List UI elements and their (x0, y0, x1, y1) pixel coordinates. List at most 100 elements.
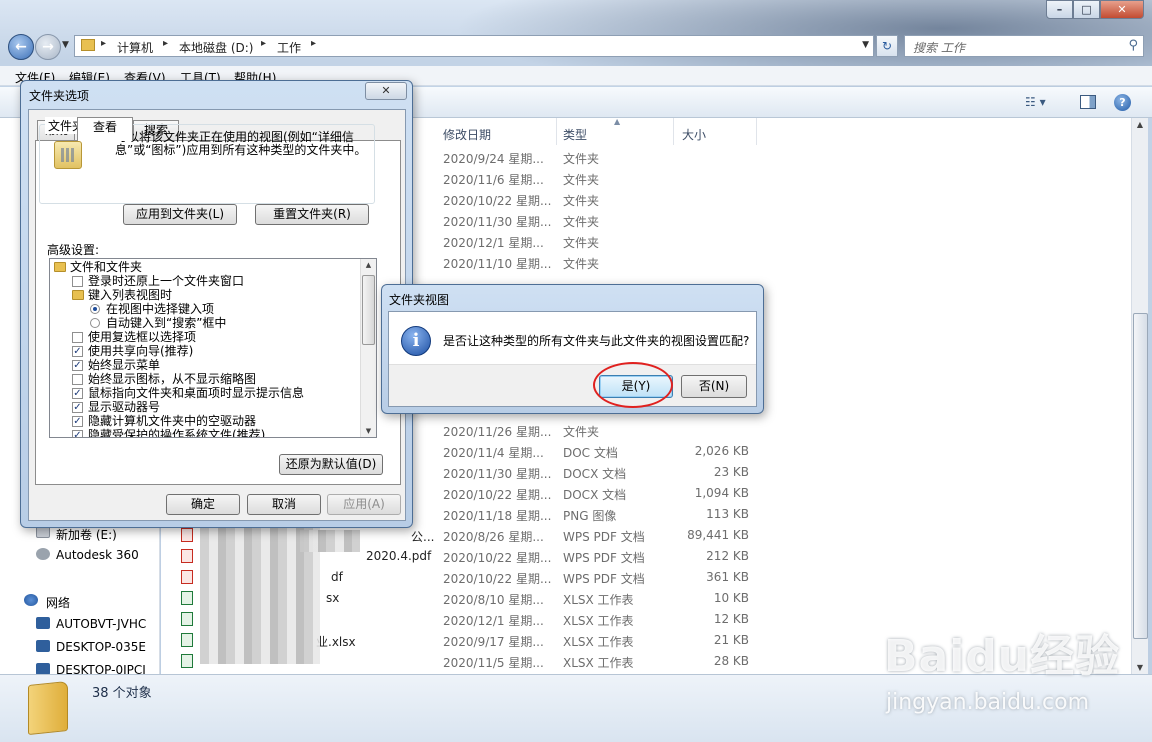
folder-icon (54, 262, 66, 272)
scroll-thumb[interactable] (1133, 313, 1148, 639)
search-input[interactable]: 搜索 工作 ⚲ (904, 35, 1144, 57)
file-date: 2020/8/10 星期... (443, 593, 544, 607)
nav-item-autodesk[interactable]: Autodesk 360 (0, 544, 160, 566)
nav-item-label: 新加卷 (E:) (56, 528, 117, 542)
file-date: 2020/9/17 星期... (443, 635, 544, 649)
file-name: 2020.4.pdf (366, 549, 432, 563)
checkbox-icon[interactable] (72, 332, 83, 343)
file-type: 文件夹 (563, 194, 600, 208)
scroll-down-icon[interactable]: ▼ (361, 427, 376, 435)
advanced-settings-tree: 文件和文件夹 登录时还原上一个文件夹窗口 键入列表视图时 在视图中选择键入项 自动键入到… (49, 258, 377, 438)
tree-item-label: 文件和文件夹 (70, 260, 143, 274)
file-type: 文件夹 (563, 425, 600, 439)
file-type: XLSX 工作表 (563, 635, 634, 649)
file-date: 2020/10/22 星期... (443, 572, 552, 586)
reset-folders-button[interactable]: 重置文件夹(R) (255, 204, 369, 225)
back-button[interactable]: ← (8, 34, 34, 60)
checkbox-checked-icon[interactable]: ✓ (72, 402, 83, 413)
breadcrumb-computer[interactable]: 计算机 (117, 39, 153, 56)
recent-pages-dropdown[interactable]: ▼ (62, 40, 69, 50)
tree-item-label: 使用共享向导(推荐) (88, 344, 194, 358)
nav-item-label: DESKTOP-0IPCI (56, 663, 146, 674)
file-size: 89,441 KB (687, 528, 749, 542)
wps-file-icon (181, 528, 193, 542)
tree-item-label: 隐藏计算机文件夹中的空驱动器 (88, 414, 257, 428)
file-date: 2020/10/22 星期... (443, 488, 552, 502)
apply-to-folders-button[interactable]: 应用到文件夹(L) (123, 204, 237, 225)
file-list-scrollbar[interactable]: ▲ ▼ (1131, 118, 1148, 674)
breadcrumb-drive[interactable]: 本地磁盘 (D:) (179, 39, 253, 56)
preview-pane-icon[interactable] (1080, 95, 1096, 109)
checkbox-checked-icon[interactable]: ✓ (72, 346, 83, 357)
file-type: XLSX 工作表 (563, 614, 634, 628)
folder-view-icon (54, 141, 82, 169)
file-type: 文件夹 (563, 215, 600, 229)
file-type: DOCX 文档 (563, 488, 627, 502)
dialog-title: 文件夹选项 (29, 89, 90, 103)
column-type[interactable]: 类型 (563, 126, 587, 143)
search-icon[interactable]: ⚲ (1128, 38, 1138, 53)
computer-icon (36, 617, 50, 629)
breadcrumb-separator-icon[interactable]: ▸ (311, 38, 316, 49)
view-options-icon[interactable]: ☷ ▾ (1025, 95, 1046, 109)
folder-options-dialog: 文件夹选项 ✕ 常规 查看 搜索 文件夹视图 可以将该文件夹正在使用的视图(例如… (20, 80, 413, 528)
close-icon: ✕ (381, 84, 391, 97)
minimize-button[interactable]: – (1046, 0, 1073, 19)
checkbox-icon[interactable] (72, 276, 83, 287)
file-size: 1,094 KB (694, 486, 749, 500)
help-icon[interactable]: ? (1114, 94, 1131, 111)
breadcrumb-separator-icon[interactable]: ▸ (101, 38, 106, 49)
close-button[interactable]: ✕ (1100, 0, 1144, 19)
file-date: 2020/10/22 星期... (443, 551, 552, 565)
file-size: 2,026 KB (694, 444, 749, 458)
folder-view-description: 可以将该文件夹正在使用的视图(例如“详细信息”或“图标”)应用到所有这种类型的文… (115, 130, 367, 157)
tree-scroll-thumb[interactable] (362, 275, 375, 345)
nav-item-computer[interactable]: AUTOBVT-JVHC (0, 613, 160, 635)
file-type: WPS PDF 文档 (563, 572, 645, 586)
breadcrumb-separator-icon[interactable]: ▸ (261, 38, 266, 49)
file-date: 2020/11/18 星期... (443, 509, 552, 523)
breadcrumb-separator-icon[interactable]: ▸ (163, 38, 168, 49)
nav-item-label: DESKTOP-035E (56, 640, 146, 654)
scroll-up-icon[interactable]: ▲ (1132, 120, 1148, 129)
watermark-logo: Baidu经验 (884, 631, 1121, 682)
nav-item-computer[interactable]: DESKTOP-035E (0, 636, 160, 658)
restore-defaults-button[interactable]: 还原为默认值(D) (279, 454, 383, 475)
scroll-up-icon[interactable]: ▲ (361, 261, 376, 269)
no-button[interactable]: 否(N) (681, 375, 747, 398)
dialog-close-button[interactable]: ✕ (365, 82, 407, 100)
minimize-icon: – (1056, 3, 1063, 16)
address-dropdown-icon[interactable]: ▼ (862, 40, 869, 50)
checkbox-checked-icon[interactable]: ✓ (72, 430, 83, 437)
column-divider[interactable] (673, 118, 674, 145)
forward-button[interactable]: → (35, 34, 61, 60)
tree-scrollbar[interactable]: ▲ ▼ (360, 259, 376, 437)
maximize-button[interactable]: □ (1073, 0, 1100, 19)
breadcrumb-folder[interactable]: 工作 (277, 39, 301, 56)
nav-item-computer[interactable]: DESKTOP-0IPCI (0, 659, 160, 674)
xlsx-file-icon (181, 612, 193, 626)
close-icon: ✕ (1117, 3, 1127, 16)
radio-selected-icon[interactable] (90, 304, 100, 314)
cancel-button[interactable]: 取消 (247, 494, 321, 515)
refresh-button[interactable]: ↻ (876, 35, 898, 57)
column-divider[interactable] (756, 118, 757, 145)
tab-view[interactable]: 查看 (77, 117, 133, 141)
checkbox-checked-icon[interactable]: ✓ (72, 416, 83, 427)
checkbox-icon[interactable] (72, 374, 83, 385)
computer-icon (36, 663, 50, 674)
checkbox-checked-icon[interactable]: ✓ (72, 360, 83, 371)
column-size[interactable]: 大小 (682, 126, 706, 143)
checkbox-checked-icon[interactable]: ✓ (72, 388, 83, 399)
nav-item-network[interactable]: 网络 (0, 590, 160, 612)
scroll-down-icon[interactable]: ▼ (1132, 663, 1148, 672)
column-date[interactable]: 修改日期 (443, 126, 491, 143)
file-type: WPS PDF 文档 (563, 530, 645, 544)
info-icon: i (401, 326, 431, 356)
radio-icon[interactable] (90, 318, 100, 328)
ok-button[interactable]: 确定 (166, 494, 240, 515)
column-divider[interactable] (556, 118, 557, 145)
address-bar[interactable]: ▸ 计算机 ▸ 本地磁盘 (D:) ▸ 工作 ▸ ▼ (74, 35, 874, 57)
file-date: 2020/10/22 星期... (443, 194, 552, 208)
file-size: 21 KB (713, 633, 749, 647)
